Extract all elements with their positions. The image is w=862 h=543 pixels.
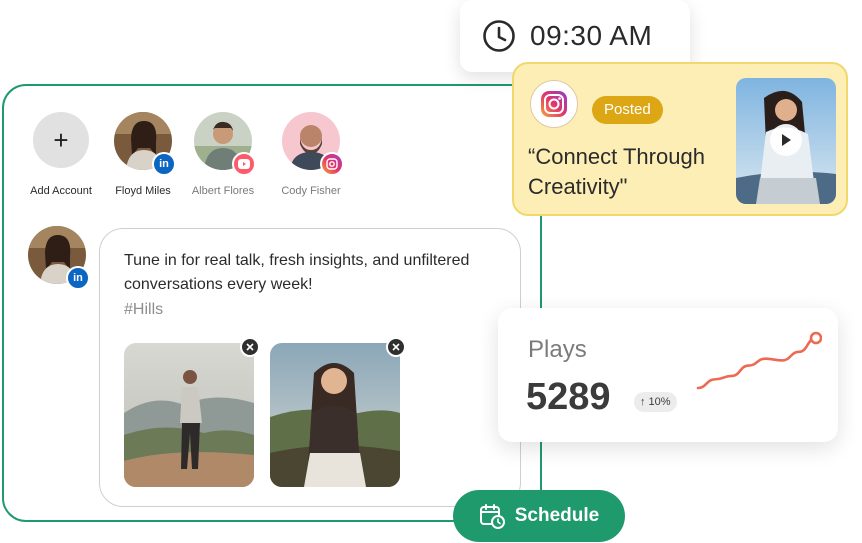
- linkedin-icon: in: [152, 152, 176, 176]
- instagram-icon: [530, 80, 578, 128]
- avatar[interactable]: in: [114, 112, 176, 176]
- post-composer: + Add Account in Floyd Miles Albert Flor…: [2, 84, 542, 522]
- account-name: Albert Flores: [191, 185, 255, 197]
- plays-stats-card: Plays 5289 ↑ 10%: [498, 308, 838, 442]
- account-name: Cody Fisher: [281, 185, 341, 197]
- post-hashtag: #Hills: [124, 301, 164, 318]
- plays-sparkline: [696, 331, 822, 390]
- plus-icon: +: [53, 124, 69, 155]
- account-cody-fisher[interactable]: Cody Fisher: [266, 112, 356, 197]
- attached-image[interactable]: [270, 337, 406, 487]
- schedule-label: Schedule: [514, 505, 600, 526]
- post-editor[interactable]: Tune in for real talk, fresh insights, a…: [99, 228, 521, 507]
- account-floyd-miles[interactable]: in Floyd Miles: [98, 112, 188, 197]
- remove-image-button[interactable]: [386, 337, 406, 357]
- play-icon: [782, 134, 791, 146]
- video-thumbnail[interactable]: [736, 78, 836, 204]
- add-account-label: Add Account: [30, 185, 92, 197]
- add-account[interactable]: + Add Account: [16, 112, 106, 197]
- attached-image[interactable]: [124, 337, 260, 487]
- schedule-button[interactable]: Schedule: [453, 490, 625, 542]
- instagram-icon: [320, 152, 344, 176]
- clock-icon: [483, 20, 515, 52]
- avatar[interactable]: [282, 112, 344, 176]
- post-author-avatar: in: [28, 226, 90, 290]
- post-quote: “Connect Through Creativity": [528, 144, 705, 199]
- stats-label: Plays: [528, 336, 587, 363]
- sparkline-line: [696, 336, 818, 390]
- account-name: Floyd Miles: [115, 185, 171, 197]
- instagram-post-card[interactable]: Posted “Connect Through Creativity": [512, 62, 848, 216]
- stats-value: 5289: [526, 376, 611, 418]
- time-label: 09:30 AM: [530, 20, 653, 51]
- remove-image-button[interactable]: [240, 337, 260, 357]
- play-button[interactable]: [770, 124, 802, 156]
- avatar[interactable]: [194, 112, 256, 176]
- stats-change-badge: ↑ 10%: [634, 392, 677, 412]
- account-albert-flores[interactable]: Albert Flores: [178, 112, 268, 197]
- close-icon: [246, 343, 254, 351]
- youtube-icon: [232, 152, 256, 176]
- posted-status-badge: Posted: [592, 96, 663, 124]
- post-text[interactable]: Tune in for real talk, fresh insights, a…: [124, 249, 504, 297]
- add-account-button[interactable]: +: [33, 112, 89, 168]
- sparkline-endpoint: [809, 331, 822, 345]
- linkedin-icon: in: [66, 266, 90, 290]
- calendar-clock-icon: [479, 504, 505, 529]
- close-icon: [392, 343, 400, 351]
